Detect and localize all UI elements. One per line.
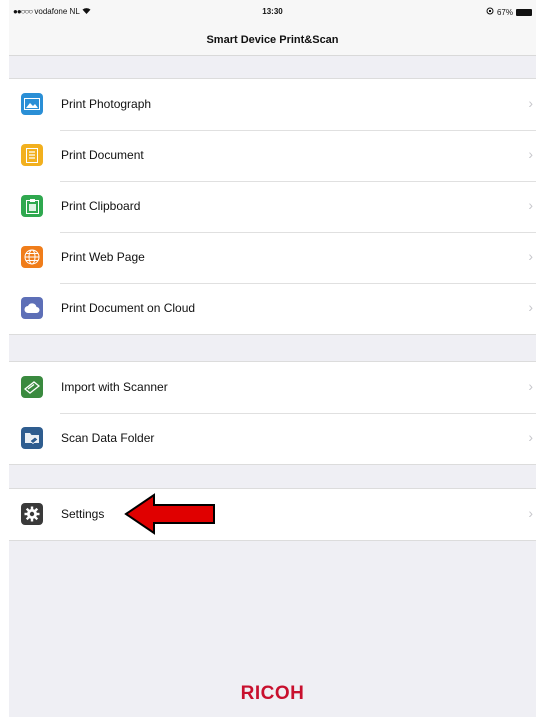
chevron-right-icon: › xyxy=(528,378,533,394)
status-time: 13:30 xyxy=(262,7,283,16)
document-icon xyxy=(21,144,43,166)
menu-item-label: Scan Data Folder xyxy=(61,431,155,445)
menu-item-label: Print Document xyxy=(61,148,144,162)
page-title: Smart Device Print&Scan xyxy=(206,34,339,46)
folder-icon xyxy=(21,427,43,449)
status-bar: ●●○○○ vodafone NL 13:30 67% xyxy=(9,0,536,20)
app-screen: ●●○○○ vodafone NL 13:30 67% Smart Device… xyxy=(9,0,536,717)
chevron-right-icon: › xyxy=(528,197,533,213)
menu-item-label: Print Document on Cloud xyxy=(61,301,196,315)
scanner-icon xyxy=(21,376,43,398)
chevron-right-icon: › xyxy=(528,505,533,521)
globe-icon xyxy=(21,246,43,268)
menu-item-label: Print Web Page xyxy=(61,250,145,264)
orientation-lock-icon xyxy=(486,7,494,17)
menu-item-settings[interactable]: Settings › xyxy=(9,489,536,540)
menu-item-print-document[interactable]: Print Document › xyxy=(9,130,536,181)
menu-item-label: Print Clipboard xyxy=(61,199,141,213)
chevron-right-icon: › xyxy=(528,429,533,445)
battery-percent: 67% xyxy=(496,7,513,17)
red-arrow-annotation xyxy=(124,493,216,540)
chevron-right-icon: › xyxy=(528,299,533,315)
menu-item-label: Print Photograph xyxy=(61,97,152,111)
battery-indicator: 67% xyxy=(486,7,532,17)
menu-item-print-photograph[interactable]: Print Photograph › xyxy=(9,79,536,130)
clipboard-icon xyxy=(21,195,43,217)
menu-item-label: Settings xyxy=(61,507,105,521)
chevron-right-icon: › xyxy=(528,146,533,162)
scan-menu-group: Import with Scanner › Scan Data Folder › xyxy=(9,361,536,465)
photo-icon xyxy=(21,93,43,115)
menu-item-print-clipboard[interactable]: Print Clipboard › xyxy=(9,181,536,232)
cloud-icon xyxy=(21,297,43,319)
print-menu-group: Print Photograph › Print Document › Prin… xyxy=(9,78,536,335)
menu-item-label: Import with Scanner xyxy=(61,380,168,394)
chevron-right-icon: › xyxy=(528,248,533,264)
gear-icon xyxy=(21,503,43,525)
navigation-bar: Smart Device Print&Scan xyxy=(9,20,536,56)
menu-item-import-with-scanner[interactable]: Import with Scanner › xyxy=(9,362,536,413)
settings-menu-group: Settings › xyxy=(9,488,536,541)
battery-icon xyxy=(516,8,532,16)
menu-item-print-web-page[interactable]: Print Web Page › xyxy=(9,232,536,283)
menu-item-print-document-on-cloud[interactable]: Print Document on Cloud › xyxy=(9,283,536,334)
menu-item-scan-data-folder[interactable]: Scan Data Folder › xyxy=(9,413,536,464)
ricoh-logo: RICOH xyxy=(240,683,305,704)
chevron-right-icon: › xyxy=(528,95,533,111)
